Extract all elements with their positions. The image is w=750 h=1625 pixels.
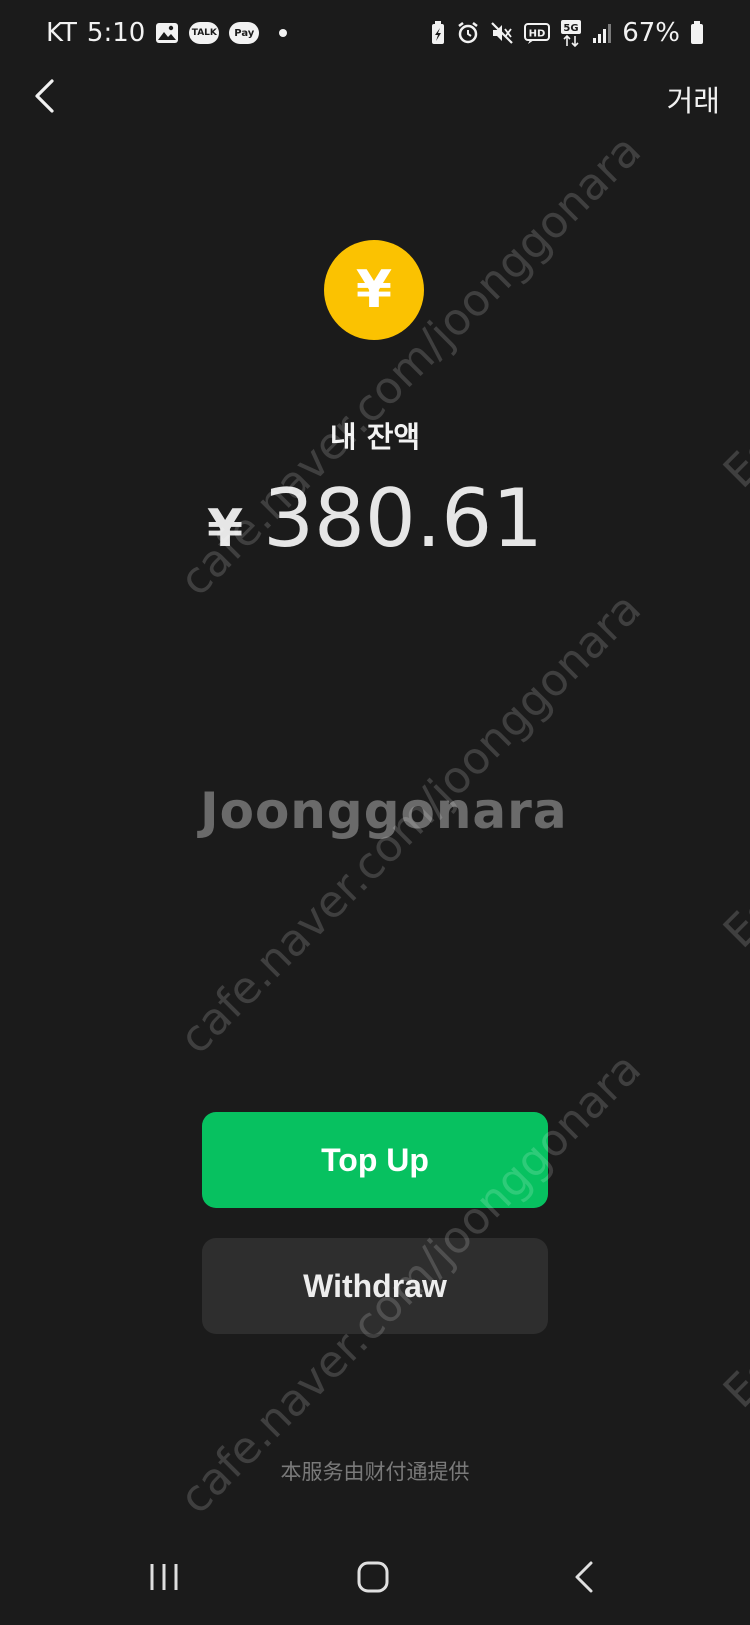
- status-bar-right: HD 5G 67%: [430, 18, 704, 48]
- gallery-icon: [155, 22, 179, 44]
- clock: 5:10: [86, 18, 146, 48]
- yuan-coin-icon: ¥: [324, 240, 424, 340]
- top-nav: 거래: [0, 66, 750, 156]
- recent-apps-icon[interactable]: [148, 1562, 180, 1592]
- balance-label: 내 잔액: [329, 420, 421, 454]
- hd-voice-icon: HD: [524, 22, 551, 44]
- top-up-button[interactable]: Top Up: [202, 1112, 548, 1208]
- watermark-url: cafe.naver.com/joonggonara: [170, 583, 651, 1065]
- status-bar: KT 5:10 TALK Pay HD 5G 67%: [0, 0, 750, 66]
- carrier-label: KT: [46, 18, 77, 48]
- home-icon[interactable]: [356, 1560, 390, 1594]
- transactions-link[interactable]: 거래: [667, 78, 720, 120]
- watermark-edge-text: Es: [714, 1346, 750, 1419]
- back-button[interactable]: [22, 76, 66, 120]
- battery-saver-icon: [430, 21, 446, 45]
- withdraw-button[interactable]: Withdraw: [202, 1238, 548, 1334]
- chevron-left-icon: [32, 78, 56, 118]
- watermark-brand: Joonggonara: [200, 782, 568, 840]
- alarm-icon: [456, 21, 480, 45]
- battery-percent: 67%: [622, 18, 680, 48]
- balance-amount-row: ¥ 380.61: [0, 472, 750, 582]
- kakaopay-icon: Pay: [229, 22, 260, 44]
- android-nav-bar: [0, 1540, 750, 1625]
- 5g-icon: 5G: [560, 19, 582, 47]
- watermark-edge-text: Es: [714, 886, 750, 959]
- battery-icon: [690, 21, 704, 45]
- svg-text:5G: 5G: [564, 23, 579, 34]
- svg-text:HD: HD: [529, 29, 546, 40]
- back-icon[interactable]: [572, 1560, 596, 1594]
- mute-icon: [490, 21, 514, 45]
- kakaotalk-icon: TALK: [189, 22, 220, 44]
- status-bar-left: KT 5:10 TALK Pay: [46, 18, 288, 48]
- balance-amount: 380.61: [263, 472, 544, 565]
- currency-symbol: ¥: [206, 499, 244, 559]
- notification-dot-icon: [279, 29, 288, 37]
- service-provider-text: 本服务由财付通提供: [280, 1460, 470, 1484]
- signal-icon: [592, 22, 612, 44]
